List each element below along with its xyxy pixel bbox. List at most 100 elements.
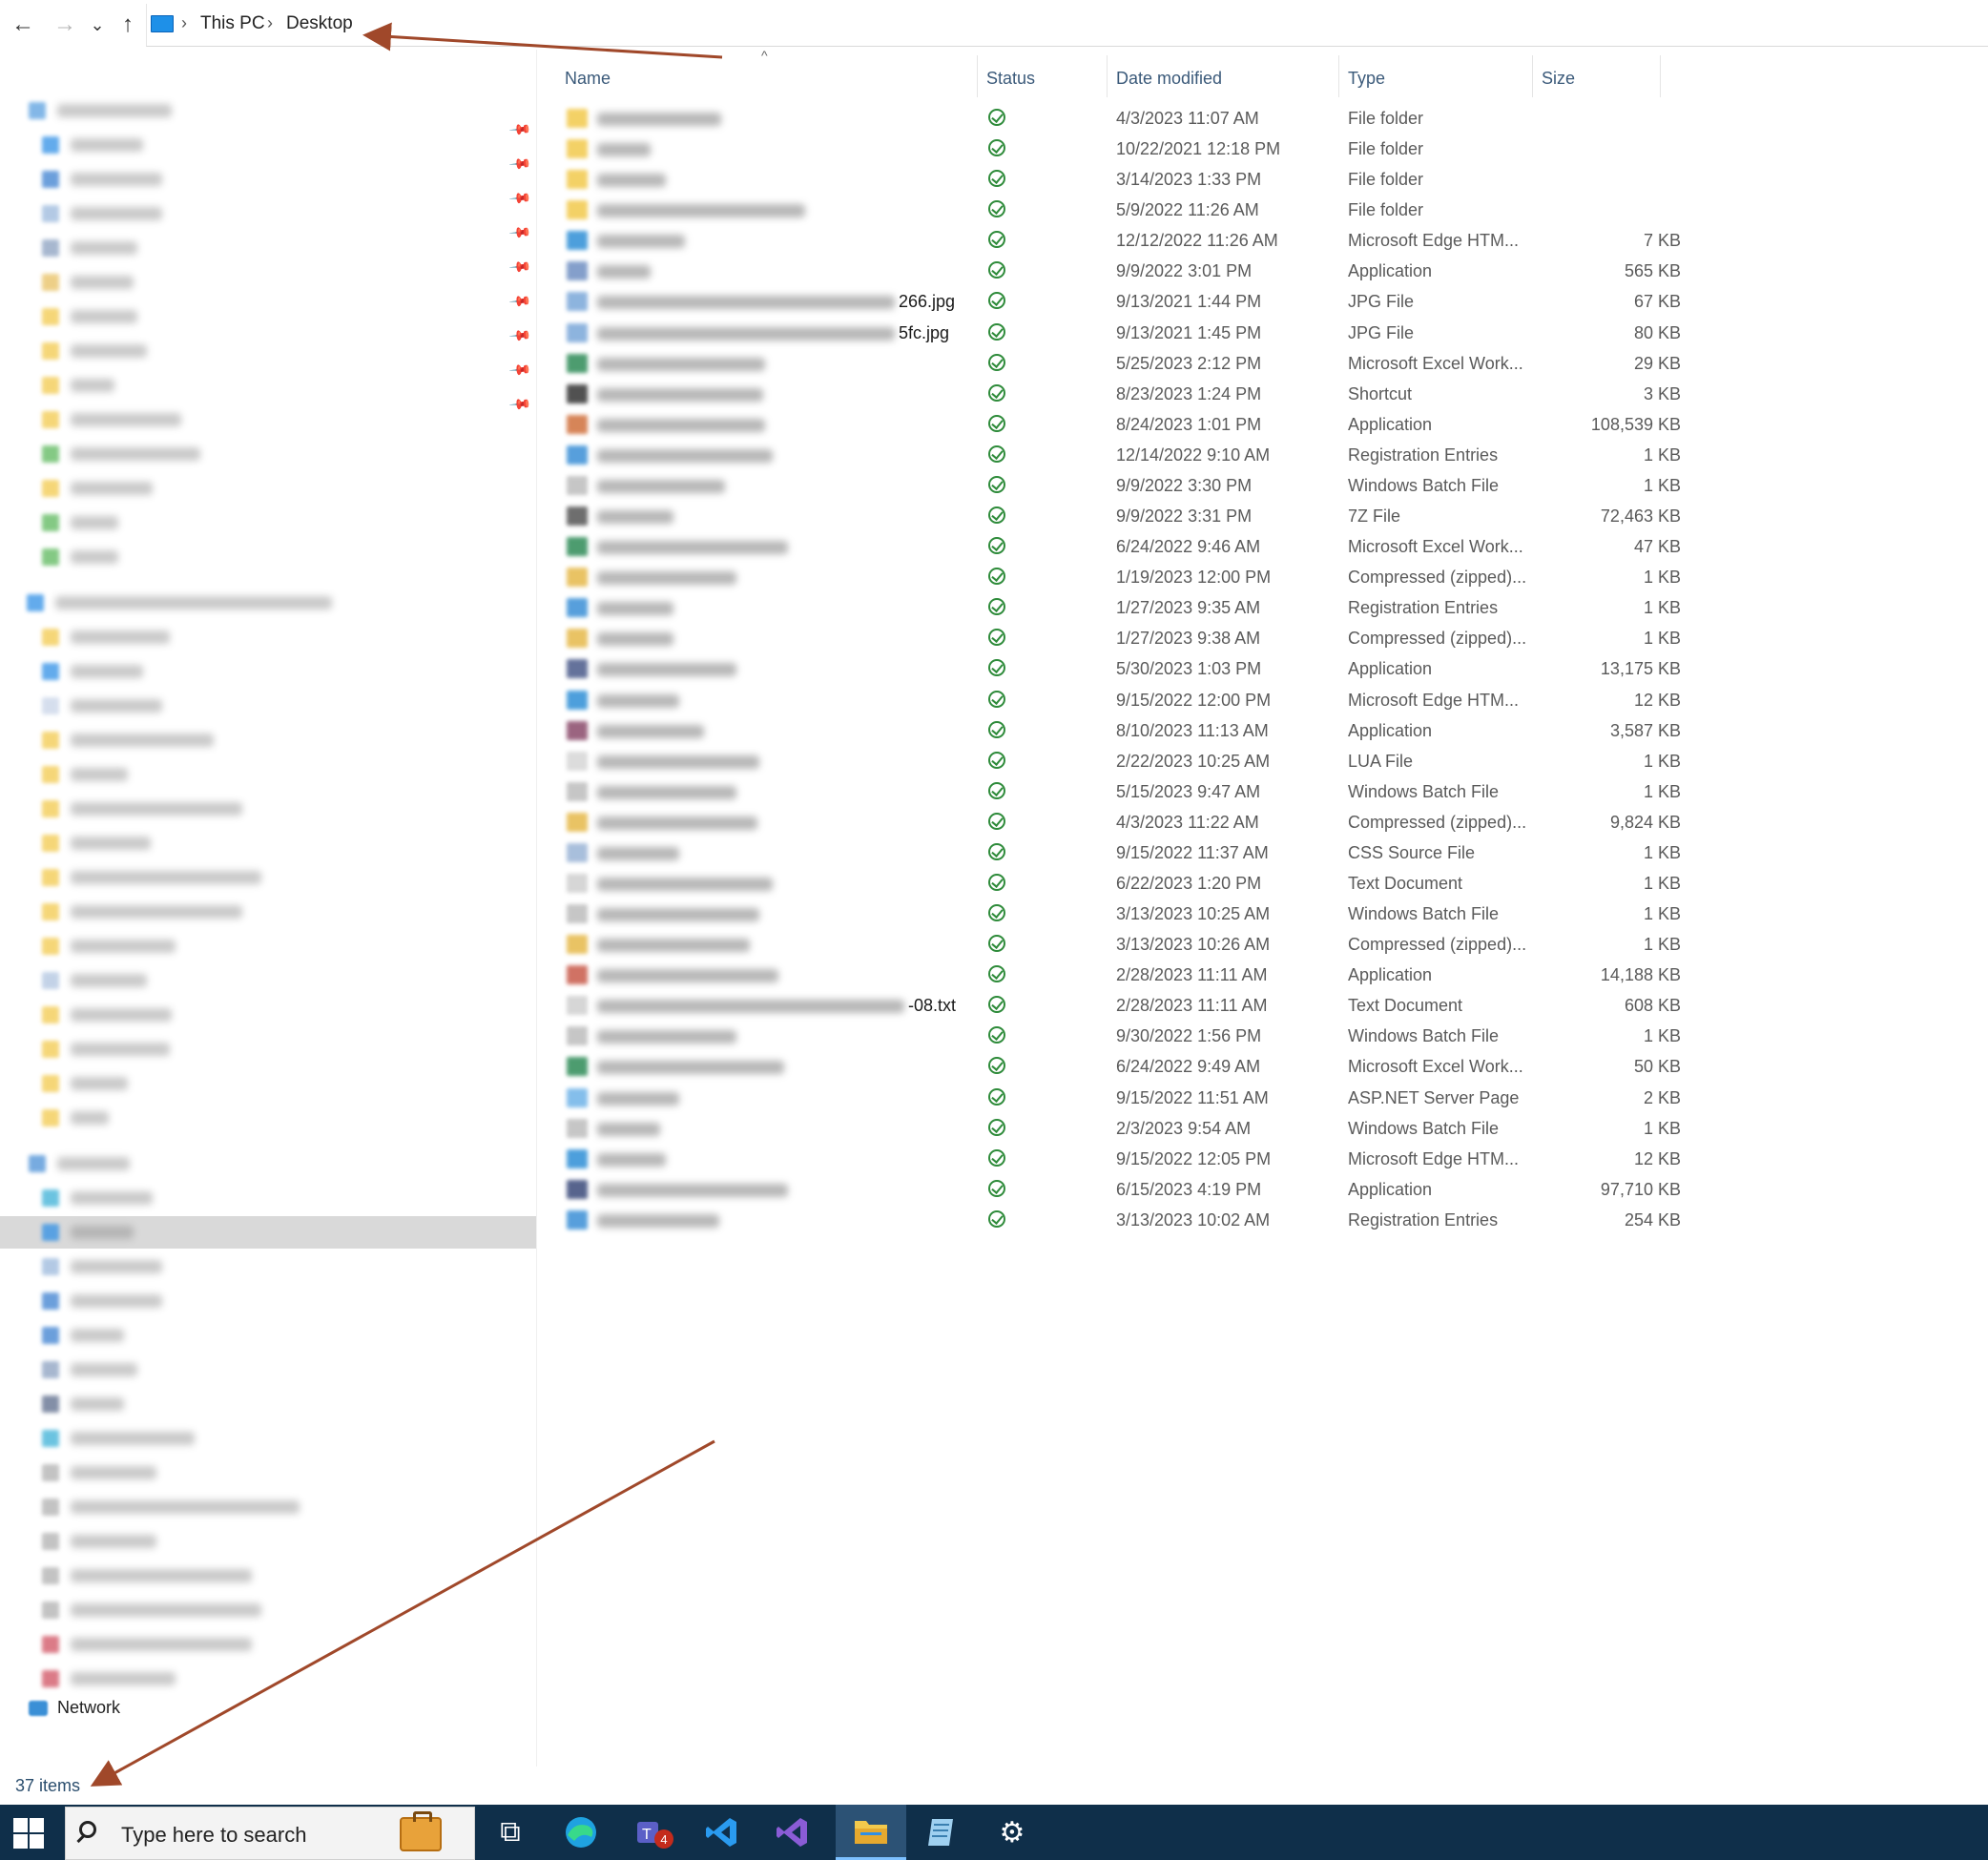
file-row[interactable]: 9/15/2022 11:37 AM CSS Source File 1 KB bbox=[559, 837, 1681, 868]
file-row[interactable]: 1/19/2023 12:00 PM Compressed (zipped)...… bbox=[559, 562, 1681, 592]
nav-item[interactable] bbox=[42, 438, 200, 470]
file-row[interactable]: 1/27/2023 9:38 AM Compressed (zipped)... 1… bbox=[559, 623, 1681, 653]
nav-item[interactable] bbox=[42, 1033, 170, 1065]
file-row[interactable]: 9/9/2022 3:01 PM Application 565 KB bbox=[559, 256, 1681, 286]
nav-item-network[interactable]: Network bbox=[29, 1698, 120, 1718]
back-arrow-icon[interactable]: ← bbox=[10, 11, 36, 38]
nav-item[interactable] bbox=[42, 335, 147, 367]
nav-item[interactable] bbox=[42, 724, 214, 756]
pin-icon[interactable]: 📌 bbox=[507, 220, 532, 245]
windows-start-icon[interactable] bbox=[13, 1818, 44, 1849]
file-row[interactable]: 4/3/2023 11:22 AM Compressed (zipped)... 9… bbox=[559, 807, 1681, 837]
file-row[interactable]: 5/9/2022 11:26 AM File folder bbox=[559, 195, 1666, 225]
address-box[interactable] bbox=[146, 4, 1988, 47]
breadcrumb-this-pc[interactable]: This PC bbox=[200, 13, 265, 34]
forward-arrow-icon[interactable]: → bbox=[52, 11, 78, 38]
nav-item[interactable] bbox=[42, 758, 128, 791]
nav-item[interactable] bbox=[27, 587, 332, 619]
nav-item[interactable] bbox=[42, 472, 153, 505]
file-row[interactable]: 3/13/2023 10:25 AM Windows Batch File 1 KB bbox=[559, 899, 1681, 929]
file-row[interactable]: 8/10/2023 11:13 AM Application 3,587 KB bbox=[559, 715, 1681, 746]
nav-item[interactable] bbox=[42, 369, 114, 402]
pin-icon[interactable]: 📌 bbox=[507, 392, 532, 417]
pin-icon[interactable]: 📌 bbox=[507, 255, 532, 279]
nav-item[interactable] bbox=[42, 621, 170, 653]
file-row[interactable]: 8/24/2023 1:01 PM Application 108,539 KB bbox=[559, 409, 1681, 440]
nav-item[interactable] bbox=[42, 1457, 156, 1489]
nav-item[interactable] bbox=[42, 506, 118, 539]
column-header-name[interactable]: Name bbox=[565, 59, 611, 97]
nav-item[interactable] bbox=[29, 1147, 130, 1180]
nav-item[interactable] bbox=[42, 1182, 153, 1214]
up-arrow-icon[interactable]: ↑ bbox=[114, 11, 141, 38]
column-header-date-modified[interactable]: Date modified bbox=[1116, 59, 1222, 97]
file-row[interactable]: 2/28/2023 11:11 AM Application 14,188 KB bbox=[559, 960, 1681, 990]
column-divider[interactable] bbox=[1107, 55, 1108, 97]
file-explorer-app-icon[interactable] bbox=[836, 1805, 906, 1860]
nav-item[interactable] bbox=[42, 861, 261, 894]
file-row[interactable]: 12/12/2022 11:26 AM Microsoft Edge HTM...… bbox=[559, 225, 1681, 256]
file-row[interactable]: 2/22/2023 10:25 AM LUA File 1 KB bbox=[559, 746, 1681, 776]
nav-item[interactable] bbox=[42, 300, 137, 333]
nav-item[interactable] bbox=[42, 163, 162, 196]
file-row[interactable]: 3/13/2023 10:02 AM Registration Entries 25… bbox=[559, 1205, 1681, 1235]
pin-icon[interactable]: 📌 bbox=[507, 186, 532, 211]
column-header-size[interactable]: Size bbox=[1542, 59, 1575, 97]
nav-item[interactable] bbox=[42, 1354, 137, 1386]
file-row[interactable]: 5/30/2023 1:03 PM Application 13,175 KB bbox=[559, 653, 1681, 684]
nav-item[interactable] bbox=[42, 964, 147, 997]
breadcrumb-desktop[interactable]: Desktop bbox=[286, 13, 353, 34]
nav-item[interactable] bbox=[42, 1067, 128, 1100]
nav-item[interactable] bbox=[42, 1319, 124, 1352]
file-row[interactable]: 3/13/2023 10:26 AM Compressed (zipped)...… bbox=[559, 929, 1681, 960]
file-row[interactable]: 12/14/2022 9:10 AM Registration Entries 1 … bbox=[559, 440, 1681, 470]
file-row[interactable]: -08.txt 2/28/2023 11:11 AM Text Document 60… bbox=[559, 990, 1681, 1021]
notepad-app-icon[interactable] bbox=[906, 1805, 977, 1860]
nav-item-desktop-selected[interactable] bbox=[0, 1216, 536, 1249]
column-divider[interactable] bbox=[1660, 55, 1661, 97]
file-row[interactable]: 4/3/2023 11:07 AM File folder bbox=[559, 103, 1666, 134]
task-view-icon[interactable]: ⧉ bbox=[475, 1805, 546, 1860]
nav-item[interactable] bbox=[42, 541, 118, 573]
edge-app-icon[interactable] bbox=[546, 1805, 616, 1860]
settings-gear-icon[interactable]: ⚙ bbox=[977, 1805, 1047, 1860]
nav-item[interactable] bbox=[42, 197, 162, 230]
nav-item[interactable] bbox=[42, 655, 143, 688]
file-row[interactable]: 5/15/2023 9:47 AM Windows Batch File 1 KB bbox=[559, 776, 1681, 807]
nav-item[interactable] bbox=[42, 827, 151, 859]
file-row[interactable]: 6/24/2022 9:46 AM Microsoft Excel Work...… bbox=[559, 531, 1681, 562]
recent-locations-chevron-icon[interactable]: ⌄ bbox=[84, 11, 111, 38]
nav-item[interactable] bbox=[29, 94, 172, 127]
column-header-status[interactable]: Status bbox=[986, 59, 1035, 97]
nav-item[interactable] bbox=[42, 1663, 176, 1695]
column-divider[interactable] bbox=[1532, 55, 1533, 97]
file-row[interactable]: 10/22/2021 12:18 PM File folder bbox=[559, 134, 1666, 164]
file-row[interactable]: 9/9/2022 3:30 PM Windows Batch File 1 KB bbox=[559, 470, 1681, 501]
nav-item[interactable] bbox=[42, 1285, 162, 1317]
file-row[interactable]: 266.jpg 9/13/2021 1:44 PM JPG File 67 KB bbox=[559, 286, 1681, 317]
file-row[interactable]: 6/15/2023 4:19 PM Application 97,710 KB bbox=[559, 1174, 1681, 1205]
file-row[interactable]: 9/30/2022 1:56 PM Windows Batch File 1 KB bbox=[559, 1021, 1681, 1051]
pin-icon[interactable]: 📌 bbox=[507, 117, 532, 142]
file-row[interactable]: 5/25/2023 2:12 PM Microsoft Excel Work...… bbox=[559, 348, 1681, 379]
teams-app-icon[interactable]: T 4 bbox=[616, 1805, 687, 1860]
pin-icon[interactable]: 📌 bbox=[507, 358, 532, 382]
nav-item[interactable] bbox=[42, 1388, 124, 1420]
file-row[interactable]: 6/22/2023 1:20 PM Text Document 1 KB bbox=[559, 868, 1681, 899]
file-row[interactable]: 8/23/2023 1:24 PM Shortcut 3 KB bbox=[559, 379, 1681, 409]
file-row[interactable]: 6/24/2022 9:49 AM Microsoft Excel Work...… bbox=[559, 1051, 1681, 1082]
file-row[interactable]: 5fc.jpg 9/13/2021 1:45 PM JPG File 80 KB bbox=[559, 318, 1681, 348]
taskbar-search-box[interactable]: Type here to search bbox=[65, 1807, 475, 1860]
nav-item[interactable] bbox=[42, 403, 181, 436]
file-row[interactable]: 9/15/2022 11:51 AM ASP.NET Server Page 2 K… bbox=[559, 1083, 1681, 1113]
visual-studio-app-icon[interactable] bbox=[757, 1805, 828, 1860]
nav-item[interactable] bbox=[42, 690, 162, 722]
nav-item[interactable] bbox=[42, 232, 137, 264]
nav-item[interactable] bbox=[42, 1594, 261, 1626]
nav-item[interactable] bbox=[42, 930, 176, 962]
file-row[interactable]: 9/15/2022 12:00 PM Microsoft Edge HTM... 1… bbox=[559, 685, 1681, 715]
nav-item[interactable] bbox=[42, 1560, 252, 1592]
file-row[interactable]: 9/15/2022 12:05 PM Microsoft Edge HTM... 1… bbox=[559, 1144, 1681, 1174]
column-divider[interactable] bbox=[1338, 55, 1339, 97]
briefcase-icon[interactable] bbox=[400, 1811, 442, 1851]
